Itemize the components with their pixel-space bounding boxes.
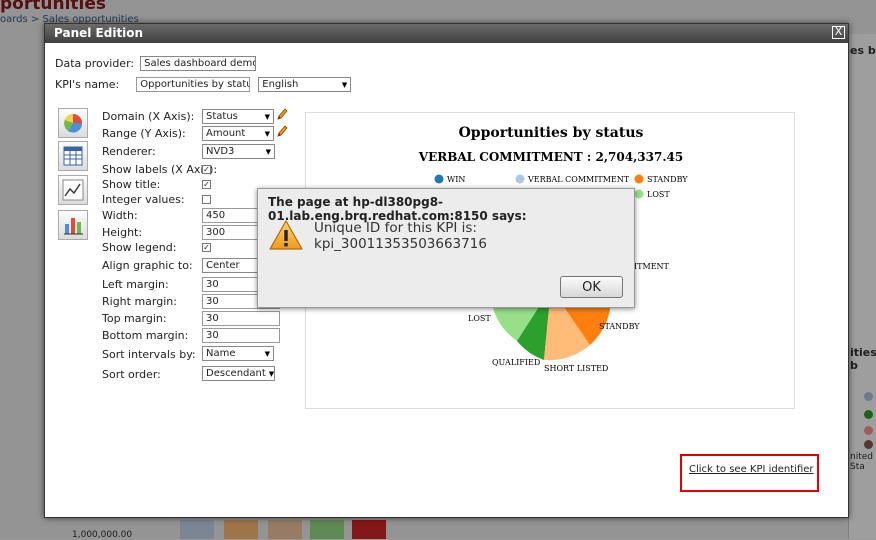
kpi-name-input[interactable]: Opportunities by status bbox=[136, 77, 251, 92]
sort-order-select[interactable]: Descendant ▼ bbox=[202, 366, 275, 381]
slice-label-verbal-commitment: ITMENT bbox=[634, 262, 670, 271]
show-legend-label: Show legend: bbox=[102, 241, 177, 254]
renderer-select[interactable]: NVD3 ▼ bbox=[202, 144, 275, 159]
pencil-icon bbox=[277, 125, 288, 137]
show-title-label: Show title: bbox=[102, 178, 161, 191]
bar-chart-button[interactable] bbox=[58, 210, 88, 240]
dialog-title: Panel Edition bbox=[54, 26, 144, 40]
data-provider-select[interactable]: Sales dashboard demo ▼ bbox=[140, 56, 257, 71]
ok-button[interactable]: OK bbox=[560, 276, 623, 298]
pie-chart-button[interactable] bbox=[58, 108, 88, 138]
align-graphic-label: Align graphic to: bbox=[102, 259, 193, 272]
table-chart-icon bbox=[63, 146, 83, 166]
domain-select[interactable]: Status ▼ bbox=[202, 109, 274, 124]
integer-values-checkbox[interactable] bbox=[202, 195, 211, 204]
chevron-down-icon: ▼ bbox=[264, 349, 270, 358]
top-margin-input[interactable]: 30 bbox=[202, 311, 280, 326]
slice-label-standby: STANDBY bbox=[599, 322, 640, 331]
alert-title: The page at hp-dl380pg8-01.lab.eng.brq.r… bbox=[268, 195, 527, 223]
pencil-icon bbox=[277, 108, 288, 120]
chevron-down-icon: ▼ bbox=[341, 80, 348, 89]
chevron-down-icon: ▼ bbox=[264, 129, 270, 138]
right-margin-label: Right margin: bbox=[102, 295, 177, 308]
renderer-label: Renderer: bbox=[102, 145, 156, 158]
chevron-down-icon: ▼ bbox=[268, 369, 275, 378]
sort-intervals-label: Sort intervals by: bbox=[102, 348, 196, 361]
dialog-header: Panel Edition bbox=[45, 24, 848, 43]
language-select[interactable]: English ▼ bbox=[258, 77, 352, 92]
sort-intervals-select[interactable]: Name ▼ bbox=[202, 346, 274, 361]
alert-message: Unique ID for this KPI is: kpi_300113535… bbox=[314, 220, 487, 252]
show-legend-checkbox[interactable]: ✓ bbox=[202, 243, 211, 252]
alert-dialog: The page at hp-dl380pg8-01.lab.eng.brq.r… bbox=[257, 188, 635, 308]
sort-order-value: Descendant bbox=[206, 368, 266, 379]
line-chart-icon bbox=[62, 179, 84, 201]
left-margin-label: Left margin: bbox=[102, 278, 169, 291]
domain-value: Status bbox=[206, 111, 238, 122]
legend-lost-swatch bbox=[634, 189, 644, 199]
show-labels-label: Show labels (X Axis): bbox=[102, 163, 218, 176]
legend-lost-label: LOST bbox=[647, 190, 670, 199]
integer-values-label: Integer values: bbox=[102, 193, 185, 206]
language-value: English bbox=[262, 79, 299, 90]
data-provider-value: Sales dashboard demo bbox=[144, 58, 257, 69]
close-button[interactable]: X bbox=[832, 26, 845, 39]
domain-label: Domain (X Axis): bbox=[102, 110, 195, 123]
legend-verbal-swatch bbox=[515, 174, 525, 184]
show-title-checkbox[interactable]: ✓ bbox=[202, 180, 211, 189]
top-margin-label: Top margin: bbox=[102, 312, 167, 325]
sort-intervals-value: Name bbox=[206, 348, 236, 359]
chart-subtitle: VERBAL COMMITMENT : 2,704,337.45 bbox=[418, 150, 683, 164]
line-chart-button[interactable] bbox=[58, 175, 88, 205]
legend-win-swatch bbox=[434, 174, 444, 184]
legend-verbal-label: VERBAL COMMITMENT bbox=[527, 175, 630, 184]
range-select[interactable]: Amount ▼ bbox=[202, 126, 274, 141]
slice-label-lost: LOST bbox=[468, 314, 491, 323]
sort-order-label: Sort order: bbox=[102, 368, 161, 381]
align-graphic-value: Center bbox=[206, 260, 240, 271]
show-labels-checkbox[interactable]: ✓ bbox=[202, 165, 211, 174]
width-label: Width: bbox=[102, 209, 138, 222]
chevron-down-icon: ▼ bbox=[265, 147, 271, 156]
data-provider-label: Data provider: bbox=[55, 57, 135, 70]
range-value: Amount bbox=[206, 128, 246, 139]
legend-standby-label: STANDBY bbox=[647, 175, 688, 184]
table-chart-button[interactable] bbox=[58, 141, 88, 171]
bottom-margin-input[interactable]: 30 bbox=[202, 328, 280, 343]
chart-title: Opportunities by status bbox=[459, 125, 644, 141]
renderer-value: NVD3 bbox=[206, 146, 235, 157]
slice-label-short-listed: SHORT LISTED bbox=[544, 364, 608, 373]
legend-win-label: WIN bbox=[447, 175, 465, 184]
edit-range-button[interactable] bbox=[276, 124, 288, 141]
slice-label-qualified: QUALIFIED bbox=[492, 358, 540, 367]
pie-chart-icon bbox=[64, 114, 83, 133]
bottom-margin-label: Bottom margin: bbox=[102, 329, 189, 342]
height-label: Height: bbox=[102, 226, 143, 239]
kpi-name-label: KPI's name: bbox=[55, 78, 120, 91]
edit-domain-button[interactable] bbox=[276, 107, 288, 124]
kpi-identifier-link[interactable]: Click to see KPI identifier bbox=[689, 464, 814, 475]
warning-icon bbox=[269, 220, 303, 250]
range-label: Range (Y Axis): bbox=[102, 127, 186, 140]
bar-chart-icon bbox=[64, 218, 83, 235]
legend-standby-swatch bbox=[634, 174, 644, 184]
chevron-down-icon: ▼ bbox=[264, 112, 270, 121]
